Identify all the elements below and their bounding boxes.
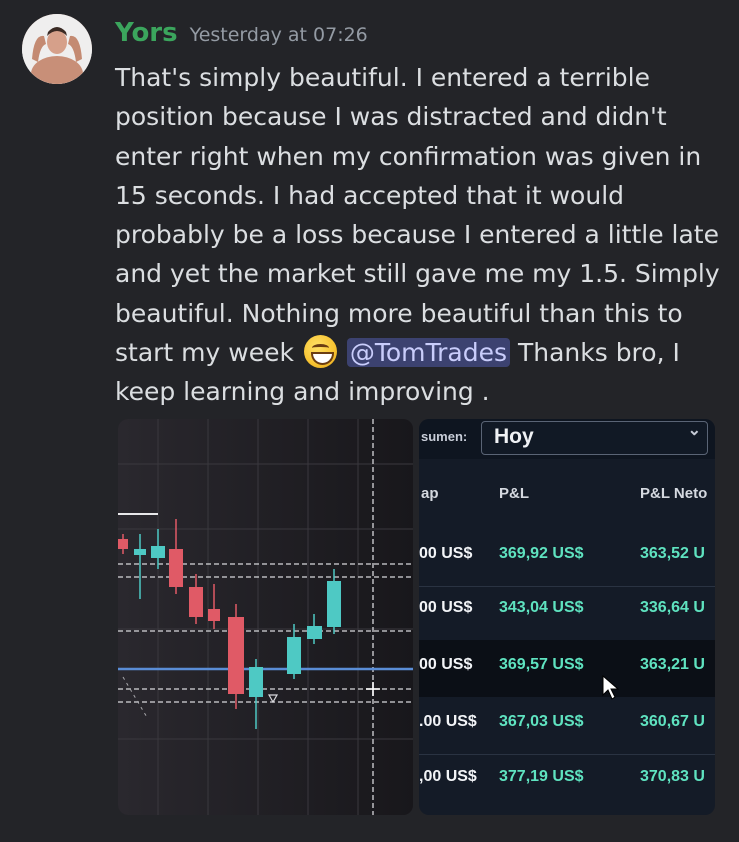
chart-image-attachment[interactable] <box>118 419 413 815</box>
mouse-cursor-icon <box>602 675 620 700</box>
user-mention[interactable]: @TomTrades <box>346 338 511 368</box>
table-cell: 00 US$ <box>419 656 473 673</box>
table-cell: 363,52 U <box>640 545 705 562</box>
column-header: P&L Neto <box>640 485 708 502</box>
table-cell: 370,83 U <box>640 768 705 785</box>
table-cell: ,00 US$ <box>419 768 477 785</box>
chevron-down-icon: ⌄ <box>687 422 701 439</box>
message-header: Yors Yesterday at 07:26 <box>115 18 368 48</box>
period-value: Hoy <box>494 425 534 448</box>
table-topbar: sumen: Hoy ⌄ <box>419 419 715 459</box>
table-cell: 369,57 US$ <box>499 656 584 673</box>
table-cell: 363,21 U <box>640 656 705 673</box>
username[interactable]: Yors <box>115 18 178 48</box>
table-cell: 377,19 US$ <box>499 768 584 785</box>
table-row: 00 US$ 343,04 US$ 336,64 U <box>419 583 715 640</box>
message-text: That's simply beautiful. I entered a ter… <box>115 63 720 368</box>
message-body: That's simply beautiful. I entered a ter… <box>115 58 725 412</box>
table-cell: 343,04 US$ <box>499 599 584 616</box>
table-cell: 367,03 US$ <box>499 713 584 730</box>
column-header: ap <box>421 485 439 502</box>
table-row: ,00 US$ 377,19 US$ 370,83 U <box>419 752 715 809</box>
table-cell: 369,92 US$ <box>499 545 584 562</box>
table-cell: 00 US$ <box>419 545 473 562</box>
table-cell: 360,67 U <box>640 713 705 730</box>
user-avatar[interactable] <box>22 14 92 84</box>
timestamp: Yesterday at 07:26 <box>189 24 368 46</box>
table-cell: .00 US$ <box>419 713 477 730</box>
table-row-highlighted: 00 US$ 369,57 US$ 363,21 U <box>419 640 715 697</box>
summary-label: sumen: <box>421 429 468 444</box>
period-select: Hoy ⌄ <box>481 421 708 455</box>
pnl-table-image-attachment[interactable]: sumen: Hoy ⌄ ap P&L P&L Neto 00 US$ 369,… <box>419 419 715 815</box>
table-cell: 00 US$ <box>419 599 473 616</box>
table-cell: 336,64 U <box>640 599 705 616</box>
grinning-emoji-icon <box>303 335 337 369</box>
table-row: 00 US$ 369,92 US$ 363,52 U <box>419 529 715 586</box>
table-row: .00 US$ 367,03 US$ 360,67 U <box>419 697 715 754</box>
column-header: P&L <box>499 485 529 502</box>
